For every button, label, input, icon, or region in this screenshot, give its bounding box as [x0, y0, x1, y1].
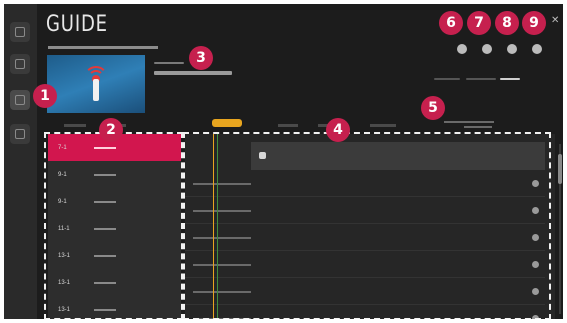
broadcast-tower-icon — [93, 79, 99, 101]
program-row[interactable] — [185, 197, 545, 224]
search-icon — [15, 27, 25, 37]
channel-number: 13-1 — [58, 253, 71, 259]
program-title — [193, 210, 251, 212]
home-icon — [15, 59, 25, 69]
more-icon[interactable] — [532, 234, 539, 241]
program-meta — [154, 62, 184, 64]
channel-number: 7-1 — [58, 145, 67, 151]
tv-guide-screen: GUIDE ✕ 7-1 9-1 9-1 11-1 13-1 13-1 13-1 — [4, 4, 563, 319]
time-slot[interactable] — [464, 126, 492, 128]
time-slot[interactable] — [444, 121, 494, 123]
program-title — [154, 71, 232, 75]
time-slot[interactable] — [370, 124, 396, 127]
close-icon[interactable]: ✕ — [551, 15, 559, 26]
current-time-line — [217, 134, 218, 319]
program-row[interactable] — [185, 305, 545, 319]
view-toggle[interactable] — [466, 78, 496, 80]
more-icon[interactable] — [532, 315, 539, 319]
current-program[interactable] — [251, 142, 545, 170]
channel-number: 13-1 — [58, 280, 71, 286]
channel-number: 11-1 — [58, 226, 70, 232]
record-button[interactable] — [457, 44, 467, 54]
rail-home-button[interactable] — [10, 54, 30, 74]
time-slot[interactable] — [278, 124, 298, 127]
channel-number: 13-1 — [58, 307, 71, 313]
channel-number: 9-1 — [58, 172, 67, 178]
more-icon[interactable] — [532, 288, 539, 295]
tv-icon — [15, 95, 25, 105]
callout-badge: 5 — [421, 96, 445, 120]
program-title — [193, 291, 251, 293]
channel-name — [94, 228, 116, 230]
program-grid — [185, 134, 555, 319]
search-icon — [15, 129, 25, 139]
settings-button[interactable] — [532, 44, 542, 54]
left-rail — [4, 4, 37, 319]
callout-badge: 2 — [99, 118, 123, 142]
more-icon[interactable] — [532, 261, 539, 268]
channel-row[interactable]: 11-1 — [48, 215, 181, 242]
program-title — [193, 264, 251, 266]
callout-badge: 3 — [189, 46, 213, 70]
channel-name — [94, 309, 116, 311]
channel-name — [94, 282, 116, 284]
page-title: GUIDE — [46, 12, 108, 37]
view-toggle-active[interactable] — [500, 78, 520, 80]
program-title — [193, 237, 251, 239]
guide-subtitle — [48, 46, 158, 49]
scrollbar-thumb[interactable] — [558, 154, 562, 184]
channel-row[interactable]: 13-1 — [48, 296, 181, 319]
more-icon[interactable] — [532, 207, 539, 214]
program-row[interactable] — [185, 224, 545, 251]
channel-row[interactable]: 9-1 — [48, 161, 181, 188]
channel-row[interactable]: 13-1 — [48, 269, 181, 296]
callout-badge: 9 — [522, 11, 546, 35]
filter-button[interactable] — [507, 44, 517, 54]
channel-name — [94, 174, 116, 176]
callout-badge: 4 — [326, 118, 350, 142]
program-row[interactable] — [185, 170, 545, 197]
callout-badge: 7 — [467, 11, 491, 35]
rail-search-button-2[interactable] — [10, 124, 30, 144]
channel-row[interactable]: 13-1 — [48, 242, 181, 269]
current-time-line — [213, 134, 214, 319]
callout-badge: 8 — [495, 11, 519, 35]
channel-name — [94, 255, 116, 257]
rail-search-button[interactable] — [10, 22, 30, 42]
channel-name — [94, 147, 116, 149]
channel-name — [94, 201, 116, 203]
view-toggle[interactable] — [434, 78, 460, 80]
info-icon — [259, 152, 266, 159]
reminder-button[interactable] — [482, 44, 492, 54]
program-title — [193, 318, 251, 319]
program-title — [193, 183, 251, 185]
channel-number: 9-1 — [58, 199, 67, 205]
now-tag — [212, 119, 242, 127]
channel-row[interactable]: 9-1 — [48, 188, 181, 215]
program-row[interactable] — [185, 251, 545, 278]
more-icon[interactable] — [532, 180, 539, 187]
time-slot[interactable] — [64, 124, 86, 127]
program-row[interactable] — [185, 278, 545, 305]
channel-preview[interactable] — [47, 55, 145, 113]
channel-list: 7-1 9-1 9-1 11-1 13-1 13-1 13-1 — [48, 134, 181, 319]
callout-badge: 6 — [439, 11, 463, 35]
callout-badge: 1 — [33, 84, 57, 108]
rail-guide-button[interactable] — [10, 90, 30, 110]
